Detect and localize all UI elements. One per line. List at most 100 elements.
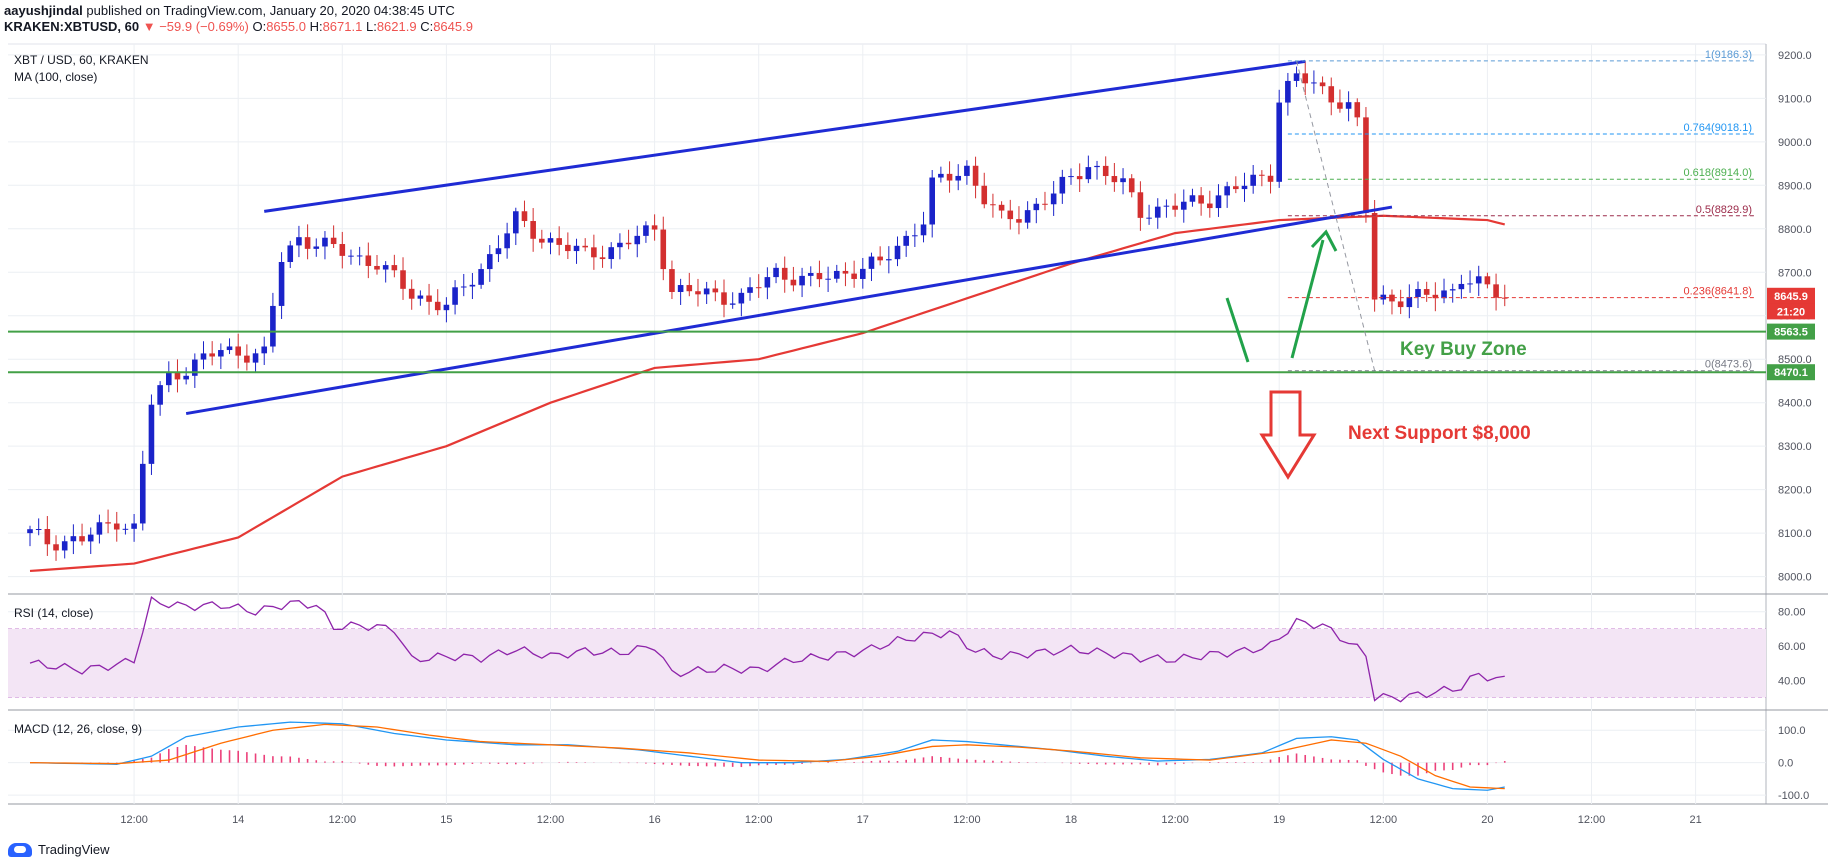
candle-down (521, 211, 528, 222)
price-axis-label: 9200.0 (1778, 50, 1812, 62)
candle-up (1441, 290, 1447, 299)
candle-up (139, 463, 146, 524)
candle-down (426, 295, 432, 302)
candle-up (920, 224, 927, 236)
candle-up (825, 278, 831, 280)
candle-down (582, 245, 588, 248)
candle-down (408, 288, 415, 299)
time-axis-label: 12:00 (745, 814, 773, 826)
candle-up (1406, 296, 1413, 308)
time-axis-label: 12:00 (1578, 814, 1606, 826)
candle-down (721, 292, 727, 305)
candle-up (1163, 205, 1170, 207)
candle-down (53, 544, 59, 551)
candle-up (1120, 178, 1126, 183)
candle-down (330, 237, 337, 245)
candle-down (1233, 186, 1239, 190)
candle-up (296, 237, 302, 246)
candle-up (513, 211, 519, 234)
fib-level-label: 0.5(8829.9) (1696, 204, 1752, 216)
candle-up (1311, 82, 1317, 84)
candle-down (556, 238, 562, 245)
candle-up (192, 359, 198, 376)
candle-up (322, 237, 328, 247)
price-axis-label: 8200.0 (1778, 485, 1812, 497)
candle-down (530, 221, 536, 239)
candle-up (200, 353, 207, 360)
candle-down (990, 204, 996, 206)
candle-up (27, 529, 33, 534)
brand-name[interactable]: TradingView (38, 842, 110, 857)
candle-down (79, 536, 85, 542)
candle-down (1337, 102, 1343, 109)
candle-up (1068, 176, 1074, 178)
candle-down (539, 238, 545, 243)
candle-up (1415, 289, 1421, 297)
candle-down (1302, 73, 1309, 84)
price-axis-label: 9100.0 (1778, 93, 1812, 105)
candle-down (1328, 86, 1335, 103)
price-badge-label: 8645.9 (1774, 291, 1808, 303)
candle-up (547, 238, 554, 243)
tradingview-logo-icon (8, 842, 32, 857)
candle-down (1198, 195, 1204, 204)
candle-down (44, 529, 51, 545)
candle-down (1042, 203, 1048, 205)
candle-up (573, 245, 580, 252)
candle-up (886, 259, 892, 261)
candle-up (912, 235, 918, 237)
candle-up (1180, 201, 1187, 210)
candle-up (443, 304, 450, 311)
rsi-axis-label: 60.00 (1778, 641, 1806, 653)
key-buy-zone-label: Key Buy Zone (1400, 339, 1527, 360)
price-axis-label: 8400.0 (1778, 398, 1812, 410)
candle-up (894, 245, 901, 260)
candle-up (1094, 165, 1100, 168)
candle-down (981, 185, 988, 205)
candle-up (278, 262, 285, 306)
candle-down (1371, 213, 1378, 300)
candle-up (382, 265, 389, 270)
candle-down (625, 242, 632, 245)
candle-up (270, 305, 276, 347)
candle-down (972, 165, 979, 186)
price-axis-label: 8900.0 (1778, 180, 1812, 192)
candle-up (868, 256, 875, 269)
candle-up (677, 285, 684, 292)
candle-up (799, 275, 805, 286)
macd-line (29, 721, 1505, 791)
channel-trendline (185, 205, 1393, 416)
candle-up (96, 522, 103, 535)
fib-level-label: 1(9186.3) (1705, 49, 1752, 61)
candle-up (634, 235, 641, 245)
candle-down (599, 257, 606, 260)
candle-down (1111, 176, 1118, 183)
time-axis-label: 12:00 (1161, 814, 1189, 826)
candle-up (226, 346, 233, 351)
chart-canvas[interactable]: 1(9186.3) 0.764(9018.1) 0.618(8914.0) 0.5(8… (0, 0, 1828, 868)
candle-up (860, 268, 866, 279)
candle-down (686, 285, 693, 292)
candle-down (365, 255, 372, 266)
rsi-band-fill (8, 628, 1766, 698)
candle-up (643, 225, 649, 236)
candle-down (1363, 117, 1369, 214)
candle-up (964, 165, 970, 176)
candle-up (122, 528, 129, 530)
candle-down (1354, 102, 1361, 118)
fib-level-label: 0.236(8641.8) (1684, 286, 1753, 298)
candle-up (1224, 186, 1230, 196)
candle-down (565, 244, 571, 252)
candle-down (235, 346, 241, 356)
candle-down (1172, 205, 1178, 210)
candle-down (1128, 178, 1135, 193)
candle-up (929, 177, 935, 225)
candle-up (617, 242, 623, 248)
candle-down (851, 273, 857, 279)
candle-up (148, 404, 155, 464)
candle-up (1285, 80, 1291, 103)
footer: TradingView (8, 842, 110, 857)
candle-down (174, 372, 181, 380)
candle-down (1259, 174, 1265, 176)
candle-down (695, 291, 701, 295)
